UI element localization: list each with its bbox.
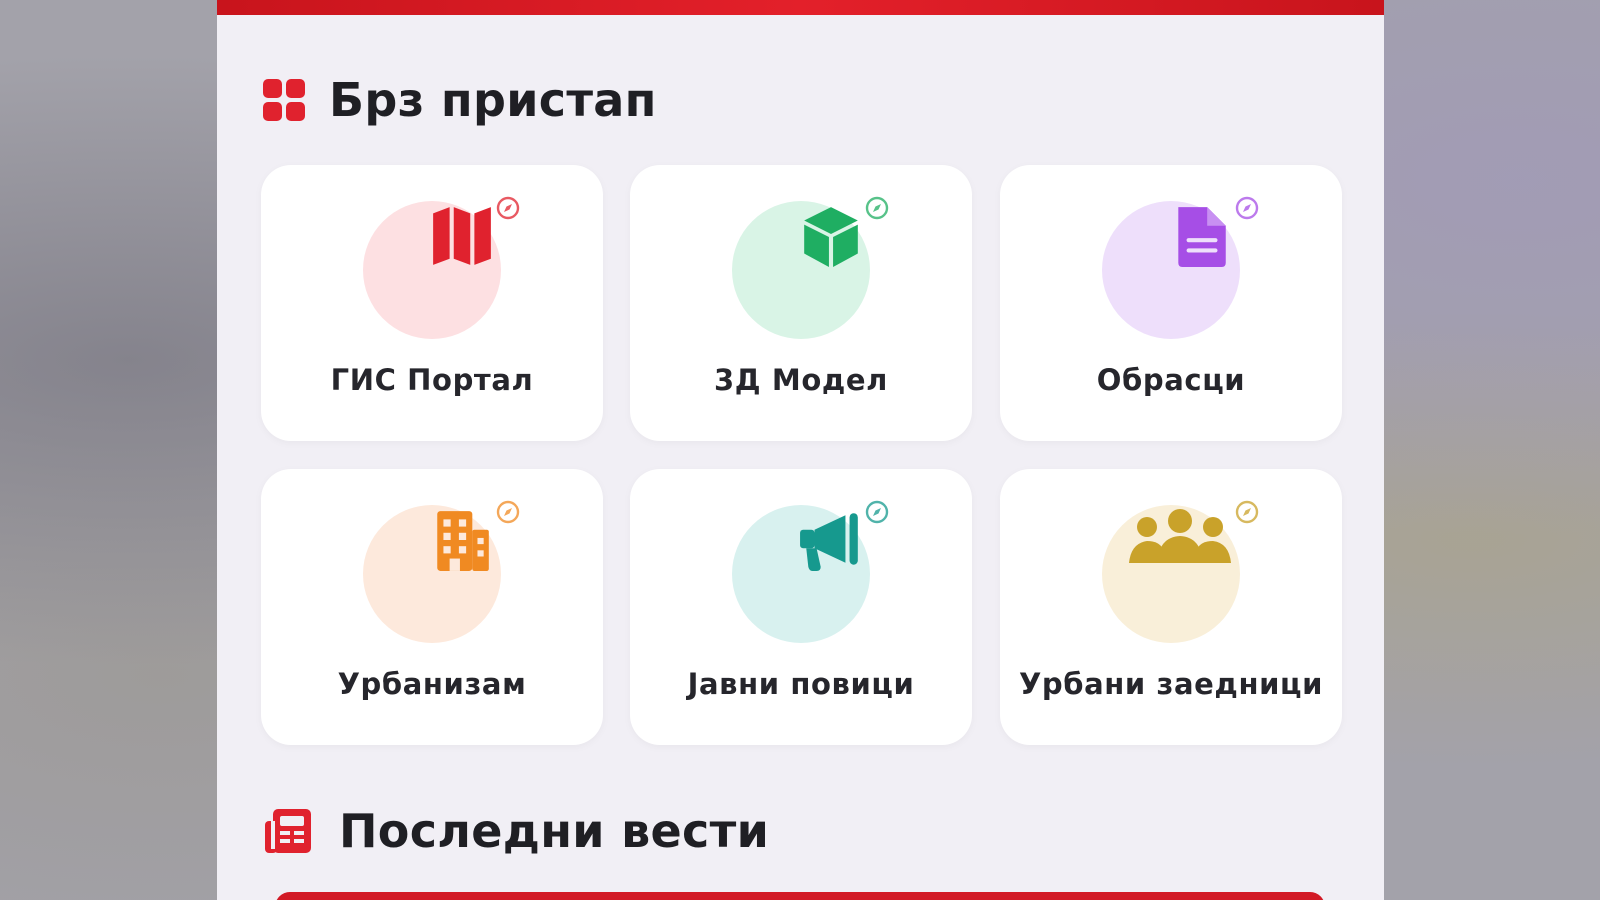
people-icon — [1129, 509, 1231, 563]
compass-icon — [865, 500, 889, 524]
compass-icon — [865, 196, 889, 220]
megaphone-icon — [800, 513, 858, 571]
latest-news-title: Последни вести — [339, 804, 770, 858]
quick-access-card-public-calls[interactable]: Јавни повици — [630, 469, 972, 745]
app-screen: Брз пристап ГИС Портал 3Д Модел Обрасци … — [217, 0, 1384, 900]
quick-access-card-urban-communities[interactable]: Урбани заедници — [1000, 469, 1342, 745]
quick-access-card-gis-portal[interactable]: ГИС Портал — [261, 165, 603, 441]
cube-icon — [804, 207, 858, 267]
document-icon — [1178, 207, 1226, 267]
compass-icon — [496, 500, 520, 524]
quick-access-card-forms[interactable]: Обрасци — [1000, 165, 1342, 441]
latest-news-header: Последни вести — [263, 800, 769, 862]
quick-access-card-3d-model[interactable]: 3Д Модел — [630, 165, 972, 441]
card-label: Обрасци — [1096, 363, 1246, 397]
compass-icon — [1235, 196, 1259, 220]
card-label: Урбанизам — [337, 667, 527, 701]
building-icon — [437, 511, 489, 571]
card-label: ГИС Портал — [330, 363, 534, 397]
news-card[interactable] — [275, 892, 1325, 900]
quick-access-card-urbanism[interactable]: Урбанизам — [261, 469, 603, 745]
card-label: 3Д Модел — [713, 363, 888, 397]
compass-icon — [496, 196, 520, 220]
quick-access-title: Брз пристап — [329, 73, 657, 127]
compass-icon — [1235, 500, 1259, 524]
card-label: Урбани заедници — [1018, 667, 1324, 701]
map-icon — [433, 207, 491, 265]
grid-icon — [263, 79, 305, 121]
header-bar — [217, 0, 1384, 15]
card-label: Јавни повици — [687, 667, 915, 701]
newspaper-icon — [265, 809, 311, 853]
quick-access-header: Брз пристап — [263, 70, 657, 130]
